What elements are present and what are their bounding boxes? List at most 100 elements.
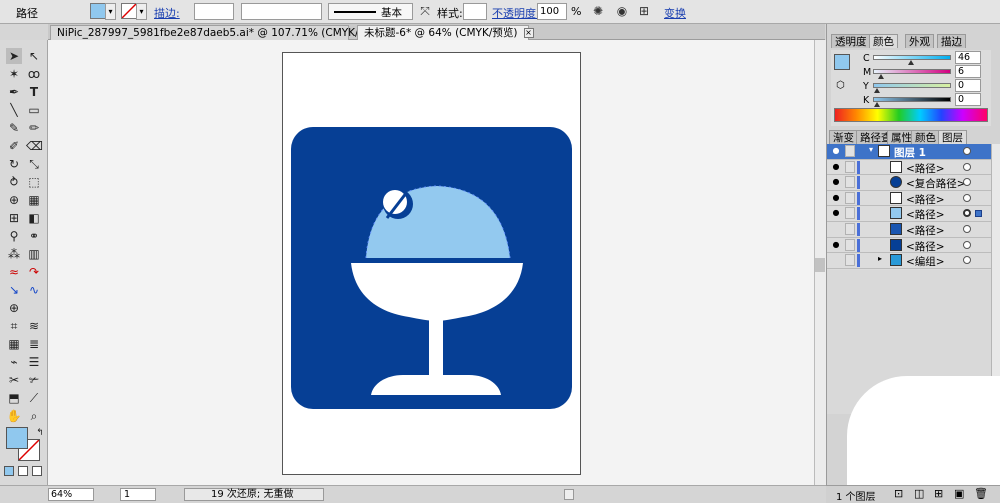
visibility-eye-icon[interactable]: ● [831, 240, 841, 250]
perspective-grid-tool-icon[interactable]: ▦ [26, 192, 42, 208]
stroke-link[interactable]: 描边: [154, 5, 180, 21]
warp-tool-icon[interactable]: ⥁ [6, 174, 22, 190]
swap-fill-stroke-icon[interactable]: ↰ [32, 425, 48, 441]
selection-tool-icon[interactable]: ➤ [6, 48, 22, 64]
channel-y-slider[interactable] [873, 83, 951, 93]
pen-tool-icon[interactable]: ✒ [6, 84, 22, 100]
isolate-group-icon[interactable]: ◉ [614, 3, 630, 19]
none-mode-icon[interactable] [32, 466, 42, 476]
knife-tool-icon[interactable]: ✂ [6, 372, 22, 388]
channel-c-value[interactable]: 46 [955, 51, 981, 64]
layer-row[interactable]: ● <路径> [827, 191, 991, 207]
layer-row[interactable]: <路径> [827, 222, 991, 238]
recolor-artwork-icon[interactable]: ✺ [590, 3, 606, 19]
free-transform-tool-icon[interactable]: ⬚ [26, 174, 42, 190]
opacity-input[interactable]: 100 [537, 3, 567, 20]
gradient-mode-icon[interactable] [18, 466, 28, 476]
graphic-style-icon[interactable]: ⤧ [417, 3, 433, 19]
lock-toggle[interactable] [845, 160, 855, 173]
channel-m-slider[interactable] [873, 69, 951, 79]
channel-k-value[interactable]: 0 [955, 93, 981, 106]
channel-c-slider-handle[interactable] [908, 60, 915, 65]
target-circle-icon[interactable] [963, 193, 971, 202]
shape-builder-tool-icon[interactable]: ⊕ [6, 192, 22, 208]
scale-tool-icon[interactable]: ⤡ [26, 156, 42, 172]
align-icon[interactable]: ⊞ [636, 3, 652, 19]
cup-base[interactable] [371, 375, 501, 395]
smooth-tool-icon[interactable]: ∿ [26, 282, 42, 298]
variable-width-dropdown[interactable] [241, 3, 322, 20]
locate-object-icon[interactable]: ⊡ [894, 487, 903, 500]
slice-select-tool-icon[interactable]: ⟋ [26, 390, 42, 406]
scroll-left-button[interactable] [564, 489, 574, 500]
panel-fill-swatch[interactable] [834, 54, 850, 70]
layer-row[interactable]: ● ▾ 图层 1 [827, 144, 991, 160]
lock-toggle[interactable] [845, 238, 855, 251]
target-circle-icon[interactable] [963, 162, 971, 171]
visibility-eye-icon[interactable]: ● [831, 162, 841, 172]
lock-toggle[interactable] [845, 145, 855, 157]
brush-definition-dropdown[interactable]: 基本 [328, 3, 413, 20]
close-icon[interactable]: × [523, 28, 534, 38]
page-field[interactable]: 1 [120, 488, 156, 501]
channel-c-slider[interactable] [873, 55, 951, 65]
grid-tool-icon[interactable]: ▦ [6, 336, 22, 352]
envelope-tool-icon[interactable]: ⌗ [6, 318, 22, 334]
expand-arrow-icon[interactable]: ▾ [869, 145, 873, 154]
layer-row[interactable]: ● <复合路径> [827, 175, 991, 191]
visibility-eye-icon[interactable]: ● [831, 193, 841, 203]
tab-document-1[interactable]: NiPic_287997_5981fbe2e87daeb5.ai* @ 107.… [50, 25, 400, 40]
rotate-tool-icon[interactable]: ↻ [6, 156, 22, 172]
tab-color[interactable]: 颜色 [869, 34, 898, 48]
line-tool-icon[interactable]: ╲ [6, 102, 22, 118]
scissors-tool-icon[interactable]: ✃ [26, 372, 42, 388]
zoom-tool-icon[interactable]: ⌕ [26, 408, 42, 424]
channel-m-slider-handle[interactable] [878, 74, 885, 79]
channel-m-value[interactable]: 6 [955, 65, 981, 78]
cup-stem[interactable] [429, 315, 443, 377]
channel-k-slider[interactable] [873, 97, 951, 107]
layers-scrollbar[interactable] [991, 144, 1000, 414]
stroke-swatch[interactable] [121, 3, 137, 19]
artboard-tool-icon[interactable]: ⬒ [6, 390, 22, 406]
target-circle-icon[interactable] [963, 256, 971, 265]
new-layer-icon[interactable]: ▣ [954, 487, 964, 500]
crosshair-tool-icon[interactable]: ⊕ [6, 300, 22, 316]
visibility-eye-icon[interactable]: ● [831, 208, 841, 218]
width-tool-icon[interactable]: ≈ [6, 264, 22, 280]
make-clipping-mask-icon[interactable]: ◫ [914, 487, 924, 500]
color-spectrum-bar[interactable] [834, 108, 988, 122]
dome-knob[interactable] [383, 190, 407, 214]
opacity-link[interactable]: 不透明度: [492, 5, 540, 21]
list-tool-icon[interactable]: ☰ [26, 354, 42, 370]
fill-color-swatch[interactable] [6, 427, 28, 449]
fill-dropdown-arrow[interactable]: ▾ [105, 3, 116, 20]
hand-tool-icon[interactable]: ✋ [6, 408, 22, 424]
target-circle-icon[interactable] [963, 209, 971, 218]
lock-toggle[interactable] [845, 191, 855, 204]
visibility-eye-icon[interactable]: ● [831, 146, 841, 156]
lock-toggle[interactable] [845, 176, 855, 189]
lock-toggle[interactable] [845, 207, 855, 220]
visibility-eye-icon[interactable]: ● [831, 177, 841, 187]
tab-stroke[interactable]: 描边 [937, 34, 966, 48]
tab-swatches[interactable]: 颜色 [911, 130, 940, 144]
channel-y-value[interactable]: 0 [955, 79, 981, 92]
tab-document-2[interactable]: 未标题-6* @ 64% (CMYK/预览) × [357, 25, 534, 40]
anchor-point-tool-icon[interactable]: ↘ [6, 282, 22, 298]
target-circle-icon[interactable] [963, 178, 971, 187]
eyedropper-tool-icon[interactable]: ⚲ [6, 228, 22, 244]
direct-selection-tool-icon[interactable]: ↖ [26, 48, 42, 64]
column-graph-tool-icon[interactable]: ▥ [26, 246, 42, 262]
tab-layers[interactable]: 图层 [938, 130, 967, 144]
eraser-tool-icon[interactable]: ⌫ [26, 138, 43, 154]
tab-gradient[interactable]: 渐变 [829, 130, 858, 144]
twirl-tool-icon[interactable]: ≋ [26, 318, 42, 334]
layer-row[interactable]: ● <路径> [827, 206, 991, 222]
zoom-field[interactable]: 64% [48, 488, 94, 501]
target-circle-icon[interactable] [963, 240, 971, 249]
layer-row[interactable]: ● <路径> [827, 160, 991, 176]
blend-tool-icon[interactable]: ⚭ [26, 228, 42, 244]
new-sublayer-icon[interactable]: ⊞ [934, 487, 943, 500]
channel-k-slider-handle[interactable] [874, 102, 880, 107]
